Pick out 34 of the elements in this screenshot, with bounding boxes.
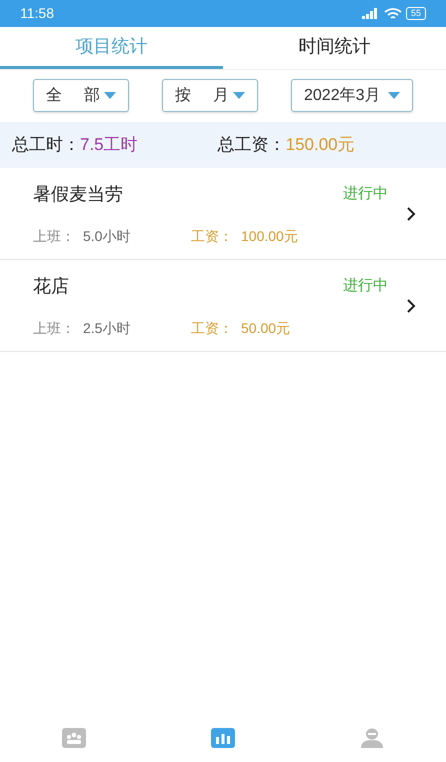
tab[interactable]: 时间统计 <box>223 27 446 69</box>
chevron-right-icon <box>406 206 416 222</box>
hours-label: 上班： <box>33 318 75 338</box>
battery-icon: 55 <box>406 7 426 20</box>
hours-label: 上班： <box>33 226 75 246</box>
wage-label: 工资： <box>191 318 233 338</box>
status-text: 进行中 <box>343 184 388 204</box>
status-text: 进行中 <box>343 276 388 296</box>
project-row[interactable]: 花店 进行中 上班： 2.5小时 工资： 50.00元 <box>0 260 446 352</box>
person-icon[interactable] <box>360 728 384 748</box>
wifi-icon <box>384 8 402 20</box>
dropdown[interactable]: 全 部 <box>33 79 129 112</box>
bar-chart-icon[interactable] <box>210 728 235 748</box>
signal-icon <box>362 8 380 19</box>
status-time: 11:58 <box>20 4 54 23</box>
total-hours-value: 7.5工时 <box>80 134 138 156</box>
hours-value: 2.5小时 <box>83 318 132 338</box>
project-name: 暑假麦当劳 <box>33 182 123 206</box>
project-row[interactable]: 暑假麦当劳 进行中 上班： 5.0小时 工资： 100.00元 <box>0 168 446 260</box>
hours-value: 5.0小时 <box>83 226 132 246</box>
project-name: 花店 <box>33 274 69 298</box>
wage-value: 50.00元 <box>241 318 290 338</box>
total-wage-label: 总工资： <box>218 134 286 156</box>
chevron-right-icon <box>406 298 416 314</box>
caret-icon <box>388 92 400 99</box>
caret-icon <box>104 92 116 99</box>
dropdown[interactable]: 按 月 <box>162 79 258 112</box>
total-wage-value: 150.00元 <box>286 134 355 156</box>
caret-icon <box>233 92 245 99</box>
wage-label: 工资： <box>191 226 233 246</box>
wage-value: 100.00元 <box>241 226 298 246</box>
dropdown[interactable]: 2022年3月 <box>291 79 413 112</box>
total-hours-label: 总工时： <box>12 134 80 156</box>
team-icon[interactable] <box>62 728 86 748</box>
